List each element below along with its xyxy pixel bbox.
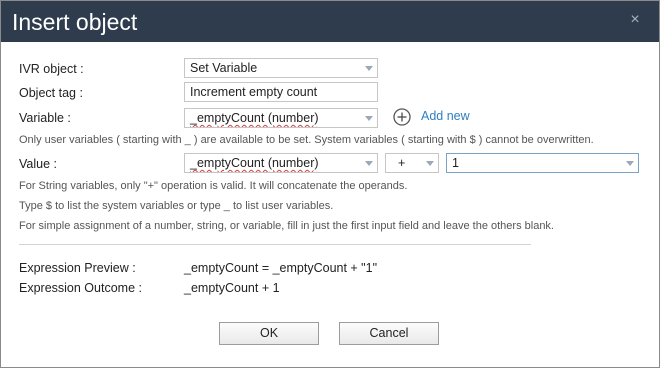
variable-select[interactable]: _emptyCount (number): [184, 108, 378, 128]
value-operand2-combobox[interactable]: 1: [446, 153, 639, 173]
hint-text: For String variables, only "+" operation…: [19, 180, 408, 192]
variable-note: Only user variables ( starting with _ ) …: [19, 134, 594, 146]
chevron-down-icon: [626, 161, 634, 166]
expression-preview-value: _emptyCount = _emptyCount + "1": [184, 261, 378, 275]
object-tag-label: Object tag :: [19, 86, 83, 100]
value-operand1-select[interactable]: _emptyCount (number): [184, 153, 378, 173]
value-operand1-value: _emptyCount (number): [190, 156, 319, 170]
object-tag-input[interactable]: Increment empty count: [184, 82, 378, 102]
hint-text: Type $ to list the system variables or t…: [19, 200, 334, 212]
value-label: Value :: [19, 157, 57, 171]
value-operand2-value: 1: [452, 156, 459, 170]
divider: [19, 244, 531, 245]
chevron-down-icon: [365, 66, 373, 71]
add-new-label: Add new: [421, 109, 470, 123]
insert-object-dialog: Insert object × IVR object : Set Variabl…: [0, 0, 660, 368]
expression-outcome-label: Expression Outcome :: [19, 281, 142, 295]
expression-outcome-value: _emptyCount + 1: [184, 281, 280, 295]
hint-text: For simple assignment of a number, strin…: [19, 220, 554, 232]
title-bar: Insert object ×: [1, 1, 659, 42]
close-icon[interactable]: ×: [627, 11, 643, 29]
dialog-title: Insert object: [12, 9, 138, 35]
chevron-down-icon: [365, 161, 373, 166]
ivr-object-value: Set Variable: [190, 61, 258, 75]
expression-preview-label: Expression Preview :: [19, 261, 136, 275]
chevron-down-icon: [365, 116, 373, 121]
operator-value: +: [398, 156, 406, 170]
ok-button[interactable]: OK: [219, 322, 319, 345]
cancel-button[interactable]: Cancel: [339, 322, 439, 345]
variable-label: Variable :: [19, 111, 71, 125]
operator-select[interactable]: +: [385, 153, 439, 173]
chevron-down-icon: [426, 161, 434, 166]
ivr-object-label: IVR object :: [19, 62, 84, 76]
variable-value: _emptyCount (number): [190, 111, 319, 125]
plus-circle-icon: [393, 108, 411, 126]
ivr-object-select[interactable]: Set Variable: [184, 58, 378, 78]
